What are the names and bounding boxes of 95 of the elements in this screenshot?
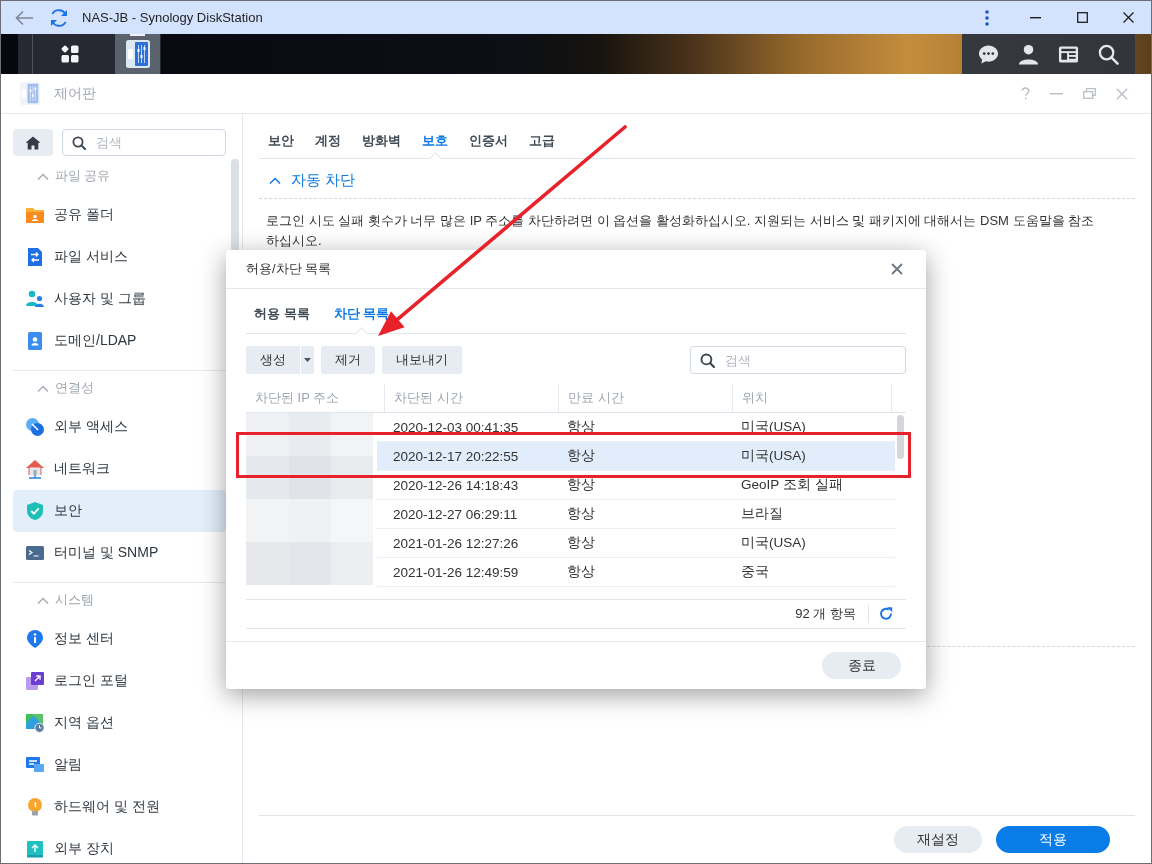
close-button[interactable]: 종료 (822, 652, 901, 679)
refresh-icon[interactable] (48, 6, 70, 29)
window-title: 제어판 (54, 84, 96, 103)
document-arrows-icon (25, 247, 45, 267)
tab[interactable]: 보안 (259, 124, 303, 158)
more-menu-icon[interactable] (985, 9, 989, 26)
lightbulb-icon (25, 797, 45, 817)
dialog-title: 허용/차단 목록 (246, 260, 332, 278)
app-button[interactable] (115, 34, 160, 74)
table-cell-text: 미국(USA) (740, 534, 807, 552)
arrow-square-icon (25, 671, 45, 691)
shield-check-icon (25, 501, 45, 521)
scrollbar[interactable] (897, 415, 904, 459)
table-cell-text: 2021-01-26 12:49:59 (392, 563, 520, 582)
create-button[interactable]: 생성 (246, 346, 300, 374)
home-icon[interactable] (25, 135, 41, 150)
table-cell-text: 항상 (566, 447, 596, 465)
chat-bubbles-icon (25, 755, 45, 775)
toolbar-button[interactable]: 내보내기 (382, 346, 462, 374)
item-count: 92 개 항목 (795, 605, 856, 623)
table-row[interactable]: 2020-12-17 20:22:55 항상 미국(USA) (377, 442, 895, 471)
user-icon[interactable] (1018, 43, 1039, 65)
reset-button[interactable]: 재설정 (894, 826, 982, 853)
table-cell-text: 브라질 (740, 505, 784, 523)
terminal-icon (25, 543, 45, 563)
sidebar-item[interactable]: 네트워크 (13, 448, 226, 490)
section-heading: 파일 공유 (55, 168, 111, 185)
sidebar-item[interactable]: 지역 옵션 (13, 702, 226, 744)
sidebar-item[interactable]: 도메인/LDAP (13, 320, 226, 362)
house-icon (25, 459, 45, 479)
table-cell-text: 중국 (740, 563, 770, 581)
people-icon (25, 289, 45, 309)
search-field[interactable]: 검색 (690, 346, 906, 374)
search-field[interactable]: 검색 (62, 129, 226, 156)
table-cell-text: 항상 (566, 563, 596, 581)
search-icon (72, 135, 86, 150)
section-heading: 연결성 (55, 380, 94, 397)
apply-button[interactable]: 적용 (996, 826, 1110, 853)
upload-box-icon (25, 839, 45, 859)
sidebar-item[interactable]: 공유 폴더 (13, 194, 226, 236)
table-cell-text: 항상 (566, 476, 596, 494)
minimize-icon[interactable] (1030, 16, 1041, 19)
table-cell-text: 2020-12-27 06:29:11 (392, 505, 519, 524)
table-cell-text: 2020-12-03 00:41:35 (392, 418, 520, 437)
tab[interactable]: 고급 (520, 124, 564, 158)
sidebar-item[interactable]: 알림 (13, 744, 226, 786)
tab[interactable]: 허용 목록 (246, 295, 318, 333)
tab[interactable]: 인증서 (460, 124, 517, 158)
search-icon[interactable] (1098, 43, 1119, 65)
maximize-icon[interactable] (1077, 12, 1088, 23)
back-arrow-icon[interactable] (14, 9, 34, 26)
home-button[interactable] (13, 129, 53, 156)
sidebar-item[interactable]: 하드웨어 및 전원 (13, 786, 226, 828)
section-title[interactable]: 자동 차단 (291, 171, 356, 190)
contact-card-icon (25, 331, 45, 351)
table-cell-text: 항상 (566, 534, 596, 552)
sidebar-item[interactable]: 로그인 포털 (13, 660, 226, 702)
sliders-app-icon[interactable] (125, 40, 150, 68)
map-clock-icon (25, 713, 45, 733)
chat-icon[interactable] (978, 43, 999, 65)
apps-grid-icon[interactable] (59, 44, 80, 64)
sidebar-item[interactable]: 사용자 및 그룹 (13, 278, 226, 320)
table-row[interactable]: 2020-12-26 14:18:43 항상 GeoIP 조회 실패 (377, 471, 895, 500)
table-cell-text: 2021-01-26 12:27:26 (392, 534, 520, 553)
table-cell-text: 2020-12-17 20:22:55 (392, 447, 520, 466)
chevron-up-icon[interactable] (269, 176, 281, 185)
sliders-app-icon (20, 82, 40, 105)
folder-icon (25, 205, 45, 225)
tab[interactable]: 계정 (306, 124, 350, 158)
table-row[interactable]: 2020-12-27 06:29:11 항상 브라질 (377, 500, 895, 529)
browser-title: NAS-JB - Synology DiskStation (82, 10, 263, 25)
sidebar-item[interactable]: 정보 센터 (13, 618, 226, 660)
table-cell-text: GeoIP 조회 실패 (740, 476, 844, 494)
caret-icon (304, 358, 311, 362)
sidebar-item[interactable]: 외부 장치 (13, 828, 226, 863)
table-cell-text: 항상 (566, 505, 596, 523)
sidebar-item[interactable]: 파일 서비스 (13, 236, 226, 278)
table-cell-text: 미국(USA) (740, 418, 807, 436)
sidebar-item[interactable]: 터미널 및 SNMP (13, 532, 226, 574)
table-cell-text: 미국(USA) (740, 447, 807, 465)
close-icon[interactable] (1123, 12, 1134, 23)
tab[interactable]: 방화벽 (353, 124, 410, 158)
sidebar-item[interactable]: 보안 (13, 490, 226, 532)
table-cell-text: 2020-12-26 14:18:43 (392, 476, 520, 495)
toolbar-button[interactable]: 제거 (321, 346, 375, 374)
table-row[interactable]: 2021-01-26 12:49:59 항상 중국 (377, 558, 895, 587)
refresh-icon[interactable] (879, 607, 893, 621)
table-row[interactable]: 2021-01-26 12:27:26 항상 미국(USA) (377, 529, 895, 558)
section-heading: 시스템 (55, 592, 94, 609)
info-pin-icon (25, 629, 45, 649)
search-icon (700, 352, 715, 368)
widget-icon[interactable] (1058, 43, 1079, 65)
dropdown-button[interactable] (300, 346, 314, 374)
linked-circles-icon (25, 417, 45, 437)
sidebar-item[interactable]: 외부 액세스 (13, 406, 226, 448)
